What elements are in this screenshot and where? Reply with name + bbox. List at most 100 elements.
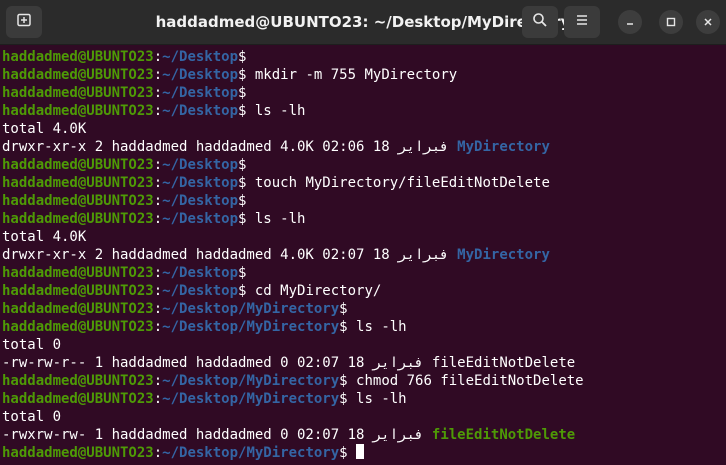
prompt-symbol: $	[238, 193, 247, 209]
prompt-user-host: haddadmed@UBUNTO23	[2, 193, 154, 209]
prompt-symbol: $	[238, 49, 247, 65]
text-cursor	[356, 444, 365, 459]
prompt-separator: :	[153, 67, 163, 83]
command-text: ls -lh	[347, 391, 407, 407]
prompt-separator: :	[153, 49, 163, 65]
minimize-button[interactable]	[618, 10, 642, 34]
prompt-path: ~/Desktop	[162, 85, 239, 101]
prompt-separator: :	[153, 391, 163, 407]
command-text: touch MyDirectory/fileEditNotDelete	[246, 175, 550, 191]
prompt-path: ~/Desktop	[162, 49, 239, 65]
prompt-path: ~/Desktop	[162, 157, 239, 173]
prompt-path: ~/Desktop	[162, 67, 239, 83]
prompt-line: haddadmed@UBUNTO23:~/Desktop$ ls -lh	[2, 210, 726, 228]
output-text: total 4.0K	[2, 229, 87, 245]
prompt-separator: :	[153, 193, 163, 209]
prompt-user-host: haddadmed@UBUNTO23	[2, 157, 154, 173]
maximize-button[interactable]	[659, 10, 683, 34]
prompt-user-host: haddadmed@UBUNTO23	[2, 301, 154, 317]
command-text	[348, 445, 356, 461]
close-button[interactable]	[696, 10, 720, 34]
terminal-output[interactable]: haddadmed@UBUNTO23:~/Desktop$ haddadmed@U…	[2, 48, 726, 465]
prompt-path: ~/Desktop/MyDirectory	[162, 391, 340, 407]
listing-file-name: fileEditNotDelete	[431, 427, 576, 443]
prompt-separator: :	[153, 373, 163, 389]
listing-line: -rwxrw-rw- 1 haddadmed haddadmed 0 02:07…	[2, 426, 726, 444]
prompt-user-host: haddadmed@UBUNTO23	[2, 103, 154, 119]
listing-file-name: fileEditNotDelete	[431, 355, 576, 371]
listing-line: drwxr-xr-x 2 haddadmed haddadmed 4.0K 02…	[2, 246, 726, 264]
prompt-separator: :	[153, 85, 163, 101]
listing-details: drwxr-xr-x 2 haddadmed haddadmed 4.0K 02…	[2, 139, 458, 155]
prompt-user-host: haddadmed@UBUNTO23	[2, 265, 154, 281]
prompt-path: ~/Desktop/MyDirectory	[162, 373, 340, 389]
command-text: mkdir -m 755 MyDirectory	[246, 67, 458, 83]
prompt-user-host: haddadmed@UBUNTO23	[2, 373, 154, 389]
prompt-user-host: haddadmed@UBUNTO23	[2, 211, 154, 227]
prompt-user-host: haddadmed@UBUNTO23	[2, 67, 154, 83]
command-text: ls -lh	[246, 103, 306, 119]
command-text: ls -lh	[347, 319, 407, 335]
menu-button[interactable]	[564, 6, 600, 38]
listing-file-name: MyDirectory	[457, 139, 550, 155]
output-line: total 4.0K	[2, 120, 726, 138]
prompt-separator: :	[153, 445, 163, 461]
prompt-line: haddadmed@UBUNTO23:~/Desktop$ mkdir -m 7…	[2, 66, 726, 84]
prompt-symbol: $	[339, 445, 348, 461]
prompt-user-host: haddadmed@UBUNTO23	[2, 49, 154, 65]
output-line: total 0	[2, 336, 726, 354]
prompt-user-host: haddadmed@UBUNTO23	[2, 445, 154, 461]
close-icon	[702, 13, 714, 32]
prompt-path: ~/Desktop	[162, 211, 239, 227]
prompt-symbol: $	[238, 85, 247, 101]
output-text: total 4.0K	[2, 121, 87, 137]
prompt-line: haddadmed@UBUNTO23:~/Desktop/MyDirectory…	[2, 444, 726, 462]
prompt-line: haddadmed@UBUNTO23:~/Desktop$ touch MyDi…	[2, 174, 726, 192]
prompt-separator: :	[153, 211, 163, 227]
new-tab-button[interactable]	[6, 6, 42, 38]
prompt-separator: :	[153, 319, 163, 335]
prompt-line: haddadmed@UBUNTO23:~/Desktop$ ls -lh	[2, 102, 726, 120]
prompt-separator: :	[153, 157, 163, 173]
prompt-line: haddadmed@UBUNTO23:~/Desktop$ cd MyDirec…	[2, 282, 726, 300]
title-bar: haddadmed@UBUNTO23: ~/Desktop/MyDirector…	[0, 0, 726, 45]
prompt-symbol: $	[238, 265, 247, 281]
prompt-line: haddadmed@UBUNTO23:~/Desktop$	[2, 264, 726, 282]
search-icon	[532, 12, 548, 32]
listing-line: drwxr-xr-x 2 haddadmed haddadmed 4.0K 02…	[2, 138, 726, 156]
prompt-separator: :	[153, 175, 163, 191]
prompt-line: haddadmed@UBUNTO23:~/Desktop/MyDirectory…	[2, 372, 726, 390]
prompt-line: haddadmed@UBUNTO23:~/Desktop/MyDirectory…	[2, 300, 726, 318]
prompt-line: haddadmed@UBUNTO23:~/Desktop/MyDirectory…	[2, 390, 726, 408]
output-line: total 0	[2, 408, 726, 426]
prompt-separator: :	[153, 283, 163, 299]
search-button[interactable]	[522, 6, 558, 38]
prompt-symbol: $	[238, 157, 247, 173]
prompt-user-host: haddadmed@UBUNTO23	[2, 175, 154, 191]
new-tab-icon	[16, 12, 32, 32]
prompt-line: haddadmed@UBUNTO23:~/Desktop$	[2, 156, 726, 174]
prompt-user-host: haddadmed@UBUNTO23	[2, 283, 154, 299]
listing-file-name: MyDirectory	[457, 247, 550, 263]
prompt-line: haddadmed@UBUNTO23:~/Desktop$	[2, 84, 726, 102]
hamburger-menu-icon	[574, 12, 590, 32]
output-text: total 0	[2, 337, 62, 353]
prompt-separator: :	[153, 265, 163, 281]
prompt-symbol: $	[339, 391, 348, 407]
command-text: chmod 766 fileEditNotDelete	[347, 373, 584, 389]
listing-details: drwxr-xr-x 2 haddadmed haddadmed 4.0K 02…	[2, 247, 458, 263]
prompt-path: ~/Desktop	[162, 283, 239, 299]
prompt-path: ~/Desktop	[162, 193, 239, 209]
maximize-icon	[665, 13, 677, 32]
listing-details: -rw-rw-r-- 1 haddadmed haddadmed 0 02:07…	[2, 355, 432, 371]
terminal-window: haddadmed@UBUNTO23: ~/Desktop/MyDirector…	[0, 0, 726, 465]
prompt-separator: :	[153, 301, 163, 317]
minimize-icon	[624, 13, 636, 32]
prompt-user-host: haddadmed@UBUNTO23	[2, 85, 154, 101]
command-text: ls -lh	[246, 211, 306, 227]
prompt-path: ~/Desktop/MyDirectory	[162, 319, 340, 335]
output-text: total 0	[2, 409, 62, 425]
command-text: cd MyDirectory/	[246, 283, 382, 299]
prompt-symbol: $	[339, 373, 348, 389]
prompt-symbol: $	[339, 319, 348, 335]
